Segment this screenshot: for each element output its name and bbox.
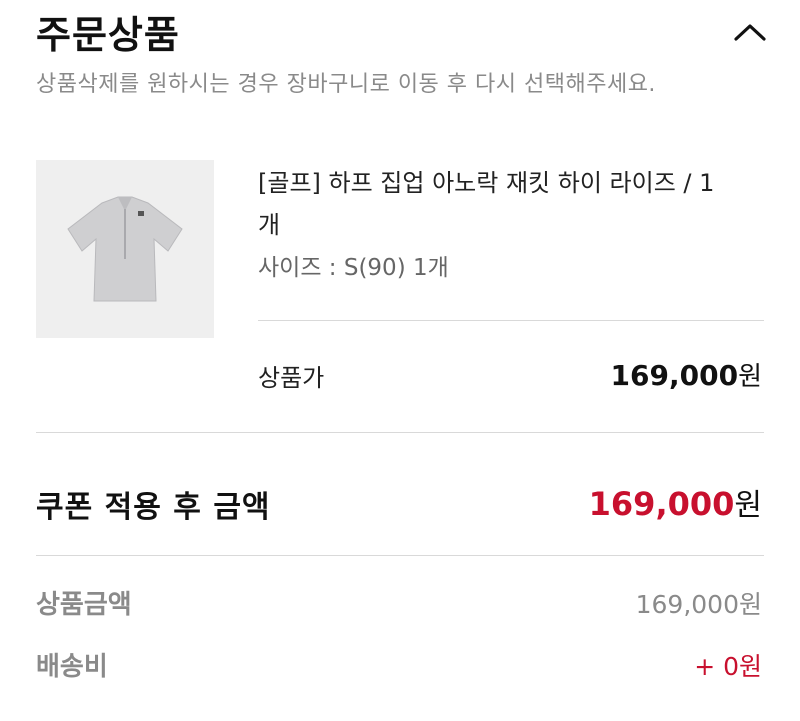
coupon-total-value: 169,000원 [589, 480, 762, 524]
coupon-total-label: 쿠폰 적용 후 금액 [36, 490, 271, 525]
collapse-button[interactable] [728, 14, 772, 50]
delete-notice: 상품삭제를 원하시는 경우 장바구니로 이동 후 다시 선택해주세요. [36, 72, 656, 97]
product-name-line1: [골프] 하프 집업 아노락 재킷 하이 라이즈 / 1 [258, 169, 715, 197]
divider [258, 320, 764, 321]
product-option: 사이즈 : S(90) 1개 [258, 255, 449, 281]
chevron-up-icon [734, 24, 766, 41]
currency-unit: 원 [738, 362, 762, 392]
summary-item-label: 상품금액 [36, 590, 132, 620]
product-name[interactable]: [골프] 하프 집업 아노락 재킷 하이 라이즈 / 1 개 [258, 162, 758, 246]
product-price-amount: 169,000 [610, 359, 739, 392]
shipping-fee-value: + 0원 [694, 652, 762, 681]
product-price-label: 상품가 [258, 364, 325, 392]
product-thumbnail[interactable] [36, 160, 214, 338]
currency-unit: 원 [734, 488, 762, 523]
jacket-image [67, 196, 183, 302]
product-name-line2: 개 [258, 211, 281, 239]
coupon-total-amount: 169,000 [588, 485, 735, 523]
divider [36, 432, 764, 433]
summary-item-value: 169,000원 [635, 590, 762, 619]
divider [36, 555, 764, 556]
page-title: 주문상품 [36, 13, 180, 57]
product-price-value: 169,000원 [611, 356, 762, 393]
shipping-fee-label: 배송비 [36, 652, 108, 682]
